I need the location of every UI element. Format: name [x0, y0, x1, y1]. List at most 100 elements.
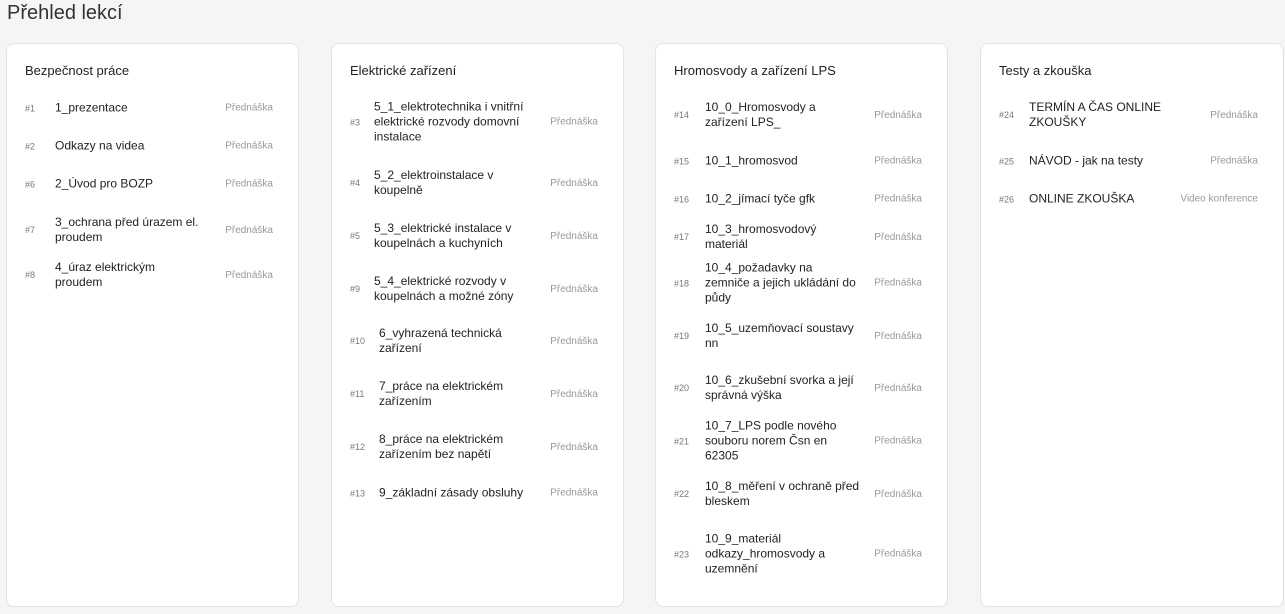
lesson-type-label: Přednáška [874, 488, 922, 500]
lesson-type-label: Přednáška [550, 283, 598, 295]
lesson-number: #15 [674, 156, 690, 166]
lesson-item[interactable]: #12 8_práce na elektrickém zařízením bez … [332, 432, 623, 462]
lesson-number: #20 [674, 383, 690, 393]
lesson-type-label: Přednáška [225, 102, 273, 114]
lesson-name[interactable]: Odkazy na videa [55, 139, 205, 154]
lesson-item[interactable]: #23 10_9_materiál odkazy_hromosvody a uze… [656, 532, 947, 577]
lesson-number: #18 [674, 278, 690, 288]
column-title: Hromosvody a zařízení LPS [674, 63, 836, 78]
lesson-number: #13 [350, 488, 366, 498]
lesson-type-label: Přednáška [874, 155, 922, 167]
lesson-type-label: Přednáška [225, 178, 273, 190]
lesson-column-2: Elektrické zařízení #3 5_1_elektrotechnika… [331, 43, 624, 607]
lesson-name[interactable]: 5_3_elektrické instalace v koupelnách a … [374, 221, 529, 251]
lesson-number: #25 [999, 156, 1015, 166]
lesson-type-label: Přednáška [874, 277, 922, 289]
lesson-item[interactable]: #22 10_8_měření v ochraně před bleskem Pře… [656, 479, 947, 509]
lesson-type-label: Přednáška [1210, 155, 1258, 167]
lesson-item[interactable]: #13 9_základní zásady obsluhy Přednáška [332, 486, 623, 501]
lesson-item[interactable]: #26 ONLINE ZKOUŠKA Video konference [981, 192, 1283, 207]
page-title: Přehled lekcí [7, 2, 123, 24]
lesson-name[interactable]: 10_9_materiál odkazy_hromosvody a uzemně… [705, 532, 860, 577]
lesson-number: #8 [25, 270, 36, 280]
column-title: Bezpečnost práce [25, 63, 130, 78]
lesson-name[interactable]: 10_3_hromosvodový materiál [705, 222, 860, 252]
lesson-item[interactable]: #24 TERMÍN A ČAS ONLINE ZKOUŠKY Přednáška [981, 100, 1283, 130]
lesson-type-label: Přednáška [225, 269, 273, 281]
lesson-item[interactable]: #14 10_0_Hromosvody a zařízení LPS_ Předná… [656, 100, 947, 130]
lesson-item[interactable]: #18 10_4_požadavky na zemniče a jejich uk… [656, 261, 947, 306]
lesson-type-label: Přednáška [874, 382, 922, 394]
lesson-name[interactable]: ONLINE ZKOUŠKA [1029, 192, 1179, 207]
lesson-item[interactable]: #1 1_prezentace Přednáška [7, 101, 298, 116]
lesson-number: #23 [674, 549, 690, 559]
lesson-type-label: Přednáška [550, 388, 598, 400]
lesson-number: #14 [674, 110, 690, 120]
lesson-name[interactable]: 5_2_elektroinstalace v koupelně [374, 168, 529, 198]
lesson-number: #12 [350, 442, 366, 452]
lesson-column-4: Testy a zkouška #24 TERMÍN A ČAS ONLINE ZK… [980, 43, 1284, 607]
lesson-name[interactable]: 9_základní zásady obsluhy [379, 486, 534, 501]
lesson-number: #26 [999, 194, 1015, 204]
lesson-item[interactable]: #25 NÁVOD - jak na testy Přednáška [981, 154, 1283, 169]
lesson-item[interactable]: #7 3_ochrana před úrazem el. proudem Předn… [7, 215, 298, 245]
lesson-number: #1 [25, 103, 36, 113]
lesson-item[interactable]: #11 7_práce na elektrickém zařízením Předn… [332, 379, 623, 409]
lesson-column-1: Bezpečnost práce #1 1_prezentace Přednáška #… [6, 43, 299, 607]
lesson-name[interactable]: 10_8_měření v ochraně před bleskem [705, 479, 860, 509]
lesson-number: #21 [674, 436, 690, 446]
lesson-name[interactable]: 10_1_hromosvod [705, 154, 860, 169]
lesson-item[interactable]: #15 10_1_hromosvod Přednáška [656, 154, 947, 169]
lesson-type-label: Přednáška [550, 177, 598, 189]
lesson-name[interactable]: 10_2_jímací tyče gfk [705, 192, 860, 207]
lesson-type-label: Přednáška [874, 330, 922, 342]
lesson-number: #19 [674, 331, 690, 341]
lesson-item[interactable]: #9 5_4_elektrické rozvody v koupelnách a … [332, 274, 623, 304]
lesson-item[interactable]: #6 2_Úvod pro BOZP Přednáška [7, 177, 298, 192]
lesson-type-label: Přednáška [225, 224, 273, 236]
lesson-type-label: Přednáška [874, 109, 922, 121]
lesson-number: #17 [674, 232, 690, 242]
lesson-name[interactable]: 3_ochrana před úrazem el. proudem [55, 215, 205, 245]
lesson-name[interactable]: 10_4_požadavky na zemniče a jejich uklád… [705, 261, 860, 306]
lesson-name[interactable]: 6_vyhrazená technická zařízení [379, 326, 534, 356]
lesson-number: #6 [25, 179, 36, 189]
lesson-item[interactable]: #3 5_1_elektrotechnika i vnitřní elektric… [332, 100, 623, 145]
lesson-item[interactable]: #8 4_úraz elektrickým proudem Přednáška [7, 260, 298, 290]
lesson-type-label: Přednáška [225, 140, 273, 152]
lesson-item[interactable]: #20 10_6_zkušební svorka a její správná v… [656, 373, 947, 403]
lesson-item[interactable]: #10 6_vyhrazená technická zařízení Přednáš… [332, 326, 623, 356]
lesson-name[interactable]: TERMÍN A ČAS ONLINE ZKOUŠKY [1029, 100, 1179, 130]
lesson-name[interactable]: 7_práce na elektrickém zařízením [379, 379, 534, 409]
lesson-type-label: Přednáška [874, 435, 922, 447]
lesson-number: #10 [350, 336, 366, 346]
lesson-number: #9 [350, 284, 361, 294]
lesson-name[interactable]: 10_6_zkušební svorka a její správná výšk… [705, 373, 860, 403]
lesson-item[interactable]: #16 10_2_jímací tyče gfk Přednáška [656, 192, 947, 207]
lesson-name[interactable]: 5_4_elektrické rozvody v koupelnách a mo… [374, 274, 529, 304]
lesson-item[interactable]: #4 5_2_elektroinstalace v koupelně Přednáš… [332, 168, 623, 198]
lesson-number: #2 [25, 141, 36, 151]
lesson-item[interactable]: #19 10_5_uzemňovací soustavy nn Přednáška [656, 321, 947, 351]
lesson-number: #22 [674, 489, 690, 499]
lesson-name[interactable]: 8_práce na elektrickém zařízením bez nap… [379, 432, 534, 462]
lesson-name[interactable]: 4_úraz elektrickým proudem [55, 260, 205, 290]
lesson-number: #5 [350, 231, 361, 241]
lesson-type-label: Přednáška [550, 335, 598, 347]
column-title: Testy a zkouška [999, 63, 1092, 78]
lesson-name[interactable]: 2_Úvod pro BOZP [55, 177, 205, 192]
lesson-number: #24 [999, 110, 1015, 120]
lesson-item[interactable]: #2 Odkazy na videa Přednáška [7, 139, 298, 154]
lesson-name[interactable]: 10_5_uzemňovací soustavy nn [705, 321, 860, 351]
lesson-column-3: Hromosvody a zařízení LPS #14 10_0_Hromosv… [655, 43, 948, 607]
lesson-name[interactable]: 1_prezentace [55, 101, 205, 116]
lesson-name[interactable]: 10_0_Hromosvody a zařízení LPS_ [705, 100, 860, 130]
lesson-number: #3 [350, 117, 361, 127]
lesson-item[interactable]: #21 10_7_LPS podle nového souboru norem Č… [656, 419, 947, 464]
lesson-item[interactable]: #17 10_3_hromosvodový materiál Přednáška [656, 222, 947, 252]
lesson-type-label: Přednáška [550, 230, 598, 242]
lesson-name[interactable]: NÁVOD - jak na testy [1029, 154, 1179, 169]
lesson-item[interactable]: #5 5_3_elektrické instalace v koupelnách … [332, 221, 623, 251]
lesson-name[interactable]: 5_1_elektrotechnika i vnitřní elektrické… [374, 100, 529, 145]
lesson-name[interactable]: 10_7_LPS podle nového souboru norem Čsn … [705, 419, 860, 464]
